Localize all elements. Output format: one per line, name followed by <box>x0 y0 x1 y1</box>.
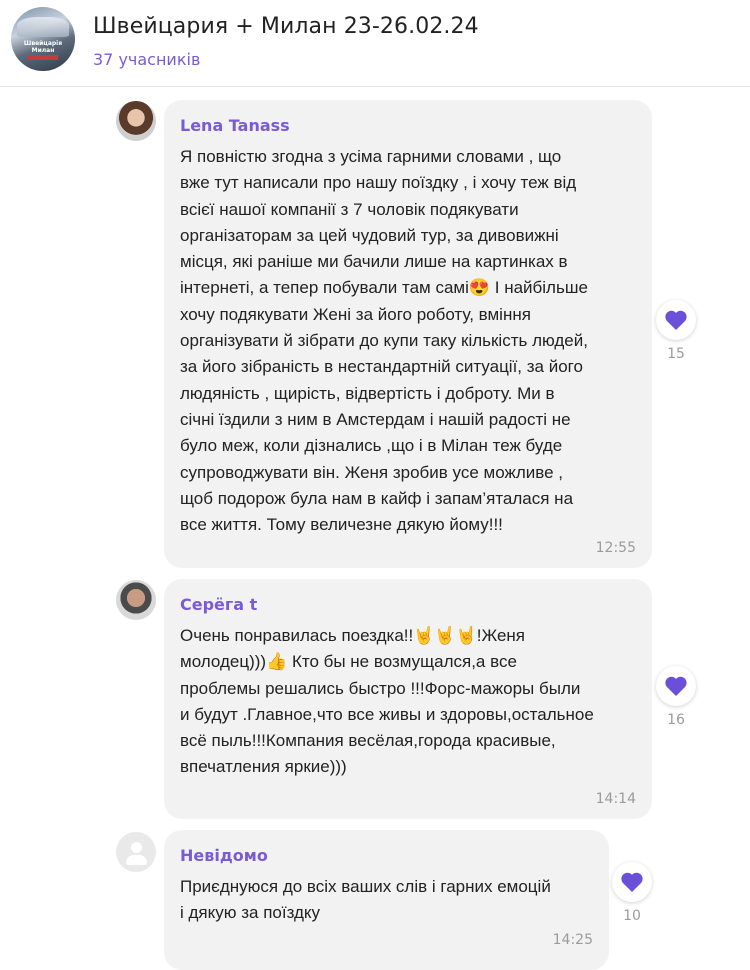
heart-icon <box>665 310 687 330</box>
message-line: супроводжувати він. Женя зробив усе можл… <box>180 462 564 482</box>
message-line: інтернеті, а тепер побували там самі😍 І … <box>180 278 588 298</box>
message-bubble: Серёга t Очень понравилась поездка!!🤘🤘🤘!… <box>164 579 652 819</box>
group-avatar-stripe <box>28 55 58 60</box>
like-count: 16 <box>667 712 685 728</box>
message-bubble: Lena Tanass Я повністю згодна з усіма га… <box>164 100 652 568</box>
message-time: 14:25 <box>552 932 593 948</box>
like-count: 10 <box>623 908 641 924</box>
avatar-lena[interactable] <box>116 101 156 141</box>
avatar-serega[interactable] <box>116 580 156 620</box>
message-line: щоб подорож була нам в кайф і запам’ятал… <box>180 488 574 508</box>
message-line: Приєднуюся до всіх ваших слів і гарних е… <box>180 877 551 896</box>
message-line: було меж, коли дізнались ,що і в Мілан т… <box>180 436 563 456</box>
message-bubble: Невідомо Приєднуюся до всіх ваших слів і… <box>164 830 609 970</box>
like-button[interactable] <box>612 862 652 902</box>
heart-icon <box>621 872 643 892</box>
message-text: Приєднуюся до всіх ваших слів і гарних е… <box>180 874 551 927</box>
message-line: всё пыль!!!Компания весёлая,города краси… <box>180 731 556 751</box>
message-line: місця, які раніше ми бачили лише на карт… <box>180 252 568 272</box>
message-line: вже тут написали про нашу поїздку , і хо… <box>180 173 577 193</box>
message-line: і дякую за поїздку <box>180 903 321 923</box>
message-time: 12:55 <box>595 540 636 556</box>
message-line: Я повністю згодна з усіма гарними словам… <box>180 147 562 166</box>
message-author[interactable]: Серёга t <box>180 595 257 614</box>
message-author[interactable]: Lena Tanass <box>180 116 290 135</box>
message-line: хочу подякувати Жені за його роботу, вмі… <box>180 304 531 324</box>
message-line: людяність , щирість, відвертість і добро… <box>180 383 555 403</box>
chat-header: Швейцарія Милан Швейцария + Милан 23-26.… <box>0 0 750 87</box>
message-author[interactable]: Невідомо <box>180 846 268 865</box>
group-avatar[interactable]: Швейцарія Милан <box>11 7 75 71</box>
message-line: молодец)))👍 Кто бы не возмущался,а все <box>180 652 517 672</box>
members-count-link[interactable]: 37 учасників <box>93 50 200 69</box>
heart-icon <box>665 676 687 696</box>
message-line: проблемы решались быстро !!!Форс-мажоры … <box>180 678 581 698</box>
user-placeholder-body <box>126 855 147 865</box>
message-line: січні їздили з ним в Амстердам і нашій р… <box>180 409 571 429</box>
message-text: Очень понравилась поездка!!🤘🤘🤘!Женя моло… <box>180 623 594 781</box>
user-placeholder-head <box>131 842 142 853</box>
like-button[interactable] <box>656 300 696 340</box>
group-title[interactable]: Швейцария + Милан 23-26.02.24 <box>93 14 479 39</box>
avatar-unknown[interactable] <box>116 832 156 872</box>
message-time: 14:14 <box>595 791 636 807</box>
message-line: за його зібраність в нестандартній ситуа… <box>180 357 583 377</box>
group-avatar-caption: Швейцарія Милан <box>23 40 63 54</box>
message-line: и будут .Главное,что все живы и здоровы,… <box>180 704 594 724</box>
message-line: все життя. Тому величезне дякую йому!!! <box>180 515 503 535</box>
message-line: організувати й зібрати до купи таку кіль… <box>180 331 588 351</box>
like-count: 15 <box>667 346 685 362</box>
mountain-image <box>17 17 69 37</box>
message-line: всієї нашої компанії з 7 чоловік подякув… <box>180 199 519 219</box>
message-text: Я повністю згодна з усіма гарними словам… <box>180 144 588 538</box>
message-line: організаторам за цей чудовий тур, за див… <box>180 225 559 245</box>
message-line: Очень понравилась поездка!!🤘🤘🤘!Женя <box>180 626 525 645</box>
message-line: впечатления яркие))) <box>180 757 347 777</box>
like-button[interactable] <box>656 666 696 706</box>
